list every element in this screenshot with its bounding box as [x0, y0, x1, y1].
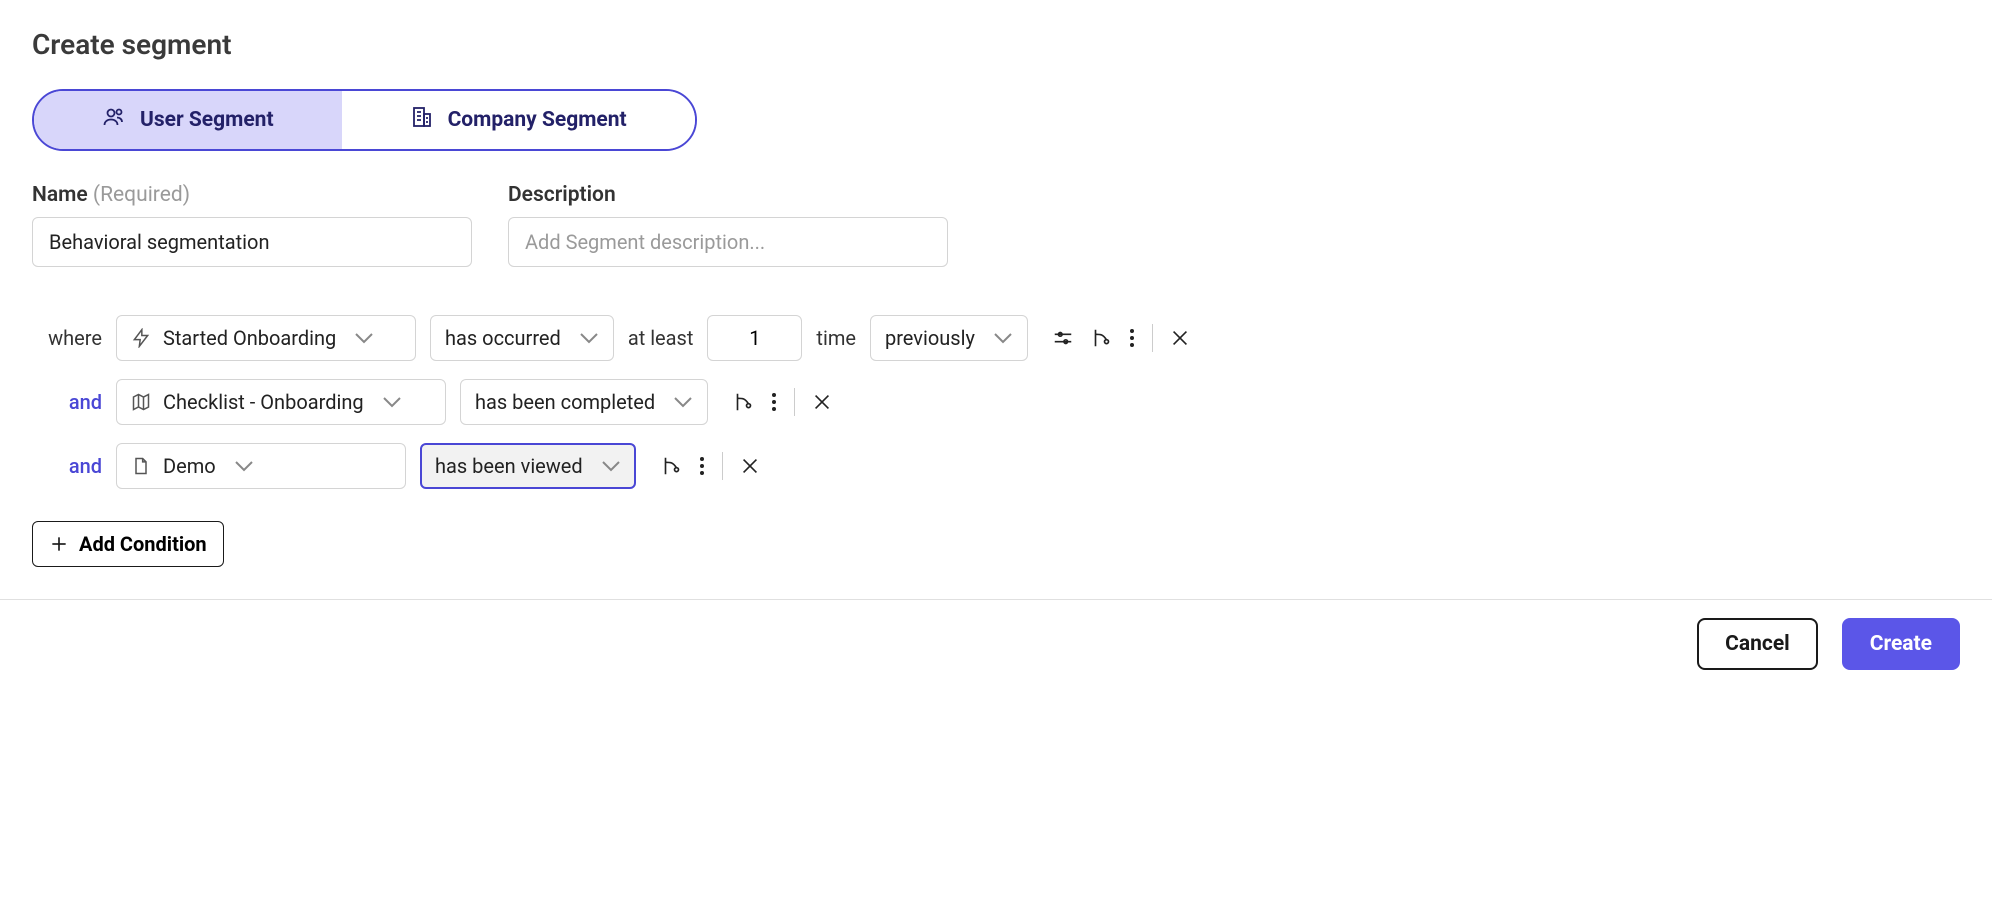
users-icon: [102, 105, 126, 135]
name-input[interactable]: [32, 217, 472, 267]
add-condition-label: Add Condition: [79, 532, 207, 556]
operator-dropdown[interactable]: has been viewed: [420, 443, 636, 489]
condition-row: where Started Onboarding has occurred at…: [32, 315, 1960, 361]
divider: [722, 452, 723, 480]
event-dropdown[interactable]: Checklist - Onboarding: [116, 379, 446, 425]
dropdown-value: has occurred: [445, 326, 561, 350]
description-label: Description: [508, 183, 948, 207]
dropdown-value: Demo: [163, 454, 216, 478]
divider: [1152, 324, 1153, 352]
timeframe-dropdown[interactable]: previously: [870, 315, 1028, 361]
operator-dropdown[interactable]: has been completed: [460, 379, 708, 425]
map-icon: [131, 392, 151, 412]
page-title: Create segment: [32, 28, 1960, 61]
close-icon[interactable]: [739, 455, 761, 477]
condition-row: and Demo has been viewed: [32, 443, 1960, 489]
building-icon: [410, 105, 434, 135]
condition-prefix: where: [32, 326, 102, 350]
plus-icon: [49, 534, 69, 554]
chevron-down-icon: [579, 332, 599, 344]
cancel-button[interactable]: Cancel: [1697, 618, 1818, 670]
description-field-group: Description: [508, 183, 948, 267]
chevron-down-icon: [234, 460, 254, 472]
filter-icon[interactable]: [1052, 327, 1074, 349]
chevron-down-icon: [354, 332, 374, 344]
branch-icon[interactable]: [732, 391, 754, 413]
dropdown-value: has been viewed: [435, 454, 583, 478]
add-condition-button[interactable]: Add Condition: [32, 521, 224, 567]
event-dropdown[interactable]: Demo: [116, 443, 406, 489]
tab-label: Company Segment: [448, 108, 627, 132]
dropdown-value: Started Onboarding: [163, 326, 336, 350]
more-icon[interactable]: [770, 391, 778, 413]
chevron-down-icon: [382, 396, 402, 408]
divider: [794, 388, 795, 416]
event-dropdown[interactable]: Started Onboarding: [116, 315, 416, 361]
condition-row: and Checklist - Onboarding has been comp…: [32, 379, 1960, 425]
tab-label: User Segment: [140, 108, 274, 132]
chevron-down-icon: [993, 332, 1013, 344]
more-icon[interactable]: [1128, 327, 1136, 349]
branch-icon[interactable]: [1090, 327, 1112, 349]
condition-prefix: and: [32, 454, 102, 478]
branch-icon[interactable]: [660, 455, 682, 477]
name-label: Name (Required): [32, 183, 472, 207]
unit-label: time: [816, 326, 856, 350]
tab-company-segment[interactable]: Company Segment: [342, 91, 695, 149]
page-icon: [131, 456, 151, 476]
close-icon[interactable]: [811, 391, 833, 413]
dropdown-value: Checklist - Onboarding: [163, 390, 364, 414]
close-icon[interactable]: [1169, 327, 1191, 349]
chevron-down-icon: [601, 460, 621, 472]
at-least-label: at least: [628, 326, 694, 350]
more-icon[interactable]: [698, 455, 706, 477]
tab-user-segment[interactable]: User Segment: [34, 91, 342, 149]
bolt-icon: [131, 328, 151, 348]
count-input[interactable]: [707, 315, 802, 361]
footer: Cancel Create: [0, 599, 1992, 692]
operator-dropdown[interactable]: has occurred: [430, 315, 614, 361]
condition-prefix: and: [32, 390, 102, 414]
chevron-down-icon: [673, 396, 693, 408]
create-button[interactable]: Create: [1842, 618, 1960, 670]
name-field-group: Name (Required): [32, 183, 472, 267]
description-input[interactable]: [508, 217, 948, 267]
dropdown-value: previously: [885, 326, 975, 350]
dropdown-value: has been completed: [475, 390, 655, 414]
segment-type-tabs: User Segment Company Segment: [32, 89, 697, 151]
